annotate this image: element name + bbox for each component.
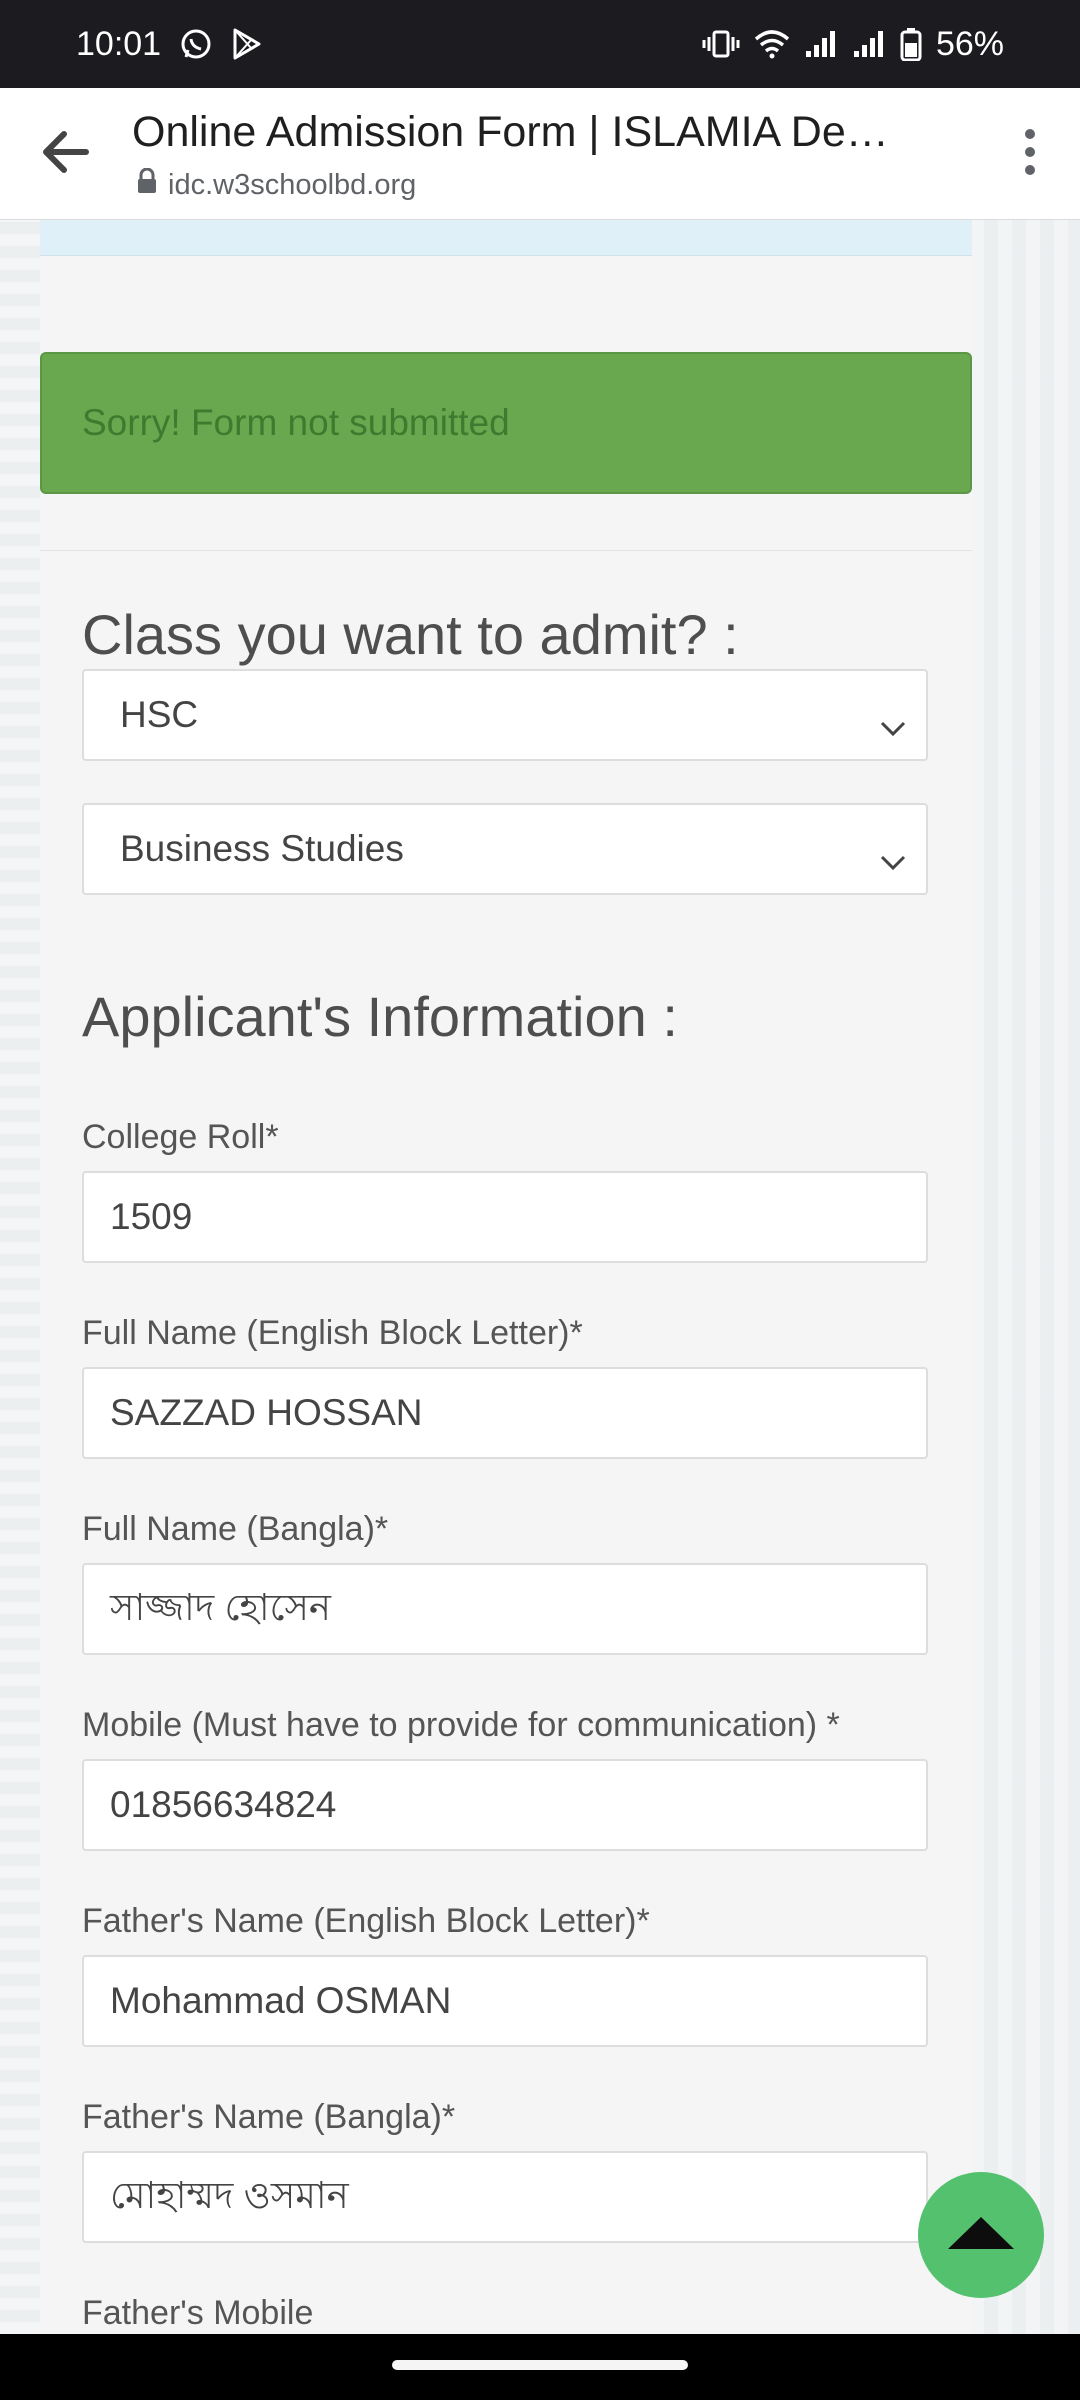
lock-icon	[136, 167, 158, 202]
father-name-english-value: Mohammad OSMAN	[110, 1980, 452, 2021]
father-name-english-label: Father's Name (English Block Letter)*	[82, 1902, 650, 1940]
whatsapp-icon	[179, 27, 213, 61]
full-name-english-value: SAZZAD HOSSAN	[110, 1392, 423, 1433]
signal-icon	[852, 29, 886, 59]
vibrate-icon	[702, 29, 740, 59]
father-name-bangla-input[interactable]: মোহাম্মদ ওসমান	[82, 2151, 928, 2243]
mobile-input[interactable]: 01856634824	[82, 1759, 928, 1851]
scroll-to-top-button[interactable]	[918, 2172, 1044, 2298]
battery-percent: 56%	[935, 24, 1004, 63]
play-store-icon	[231, 27, 263, 61]
status-bar: 10:01 56%	[0, 0, 1080, 88]
more-menu-button[interactable]	[1000, 124, 1060, 184]
full-name-english-input[interactable]: SAZZAD HOSSAN	[82, 1367, 928, 1459]
form-container: Sorry! Form not submitted Class you want…	[40, 220, 972, 2334]
mobile-value: 01856634824	[110, 1784, 337, 1825]
more-vert-icon	[1023, 127, 1037, 182]
signal-icon	[804, 29, 838, 59]
group-select-value: Business Studies	[120, 828, 404, 869]
navigation-bar	[0, 2334, 1080, 2400]
chevron-down-icon	[880, 839, 906, 881]
chevron-down-icon	[880, 705, 906, 747]
father-mobile-label: Father's Mobile	[82, 2294, 314, 2332]
full-name-bangla-value: সাজ্জাদ হোসেন	[110, 1586, 332, 1628]
url-bar[interactable]: idc.w3schoolbd.org	[136, 167, 417, 202]
battery-icon	[900, 27, 922, 61]
full-name-bangla-input[interactable]: সাজ্জাদ হোসেন	[82, 1563, 928, 1655]
browser-toolbar: Online Admission Form | ISLAMIA De… idc.…	[0, 88, 1080, 220]
page-background	[970, 220, 1080, 2334]
home-gesture-handle[interactable]	[392, 2360, 688, 2370]
divider	[40, 550, 972, 551]
full-name-english-label: Full Name (English Block Letter)*	[82, 1314, 583, 1352]
applicant-section-heading: Applicant's Information :	[82, 985, 678, 1048]
page-background	[0, 220, 40, 2334]
college-roll-input[interactable]: 1509	[82, 1171, 928, 1263]
status-time: 10:01	[76, 24, 162, 63]
college-roll-value: 1509	[110, 1196, 193, 1237]
father-name-bangla-value: মোহাম্মদ ওসমান	[110, 2174, 349, 2216]
arrow-up-icon	[946, 2215, 1016, 2256]
father-name-bangla-label: Father's Name (Bangla)*	[82, 2098, 456, 2136]
mobile-label: Mobile (Must have to provide for communi…	[82, 1706, 840, 1744]
alert-message: Sorry! Form not submitted	[82, 402, 510, 443]
url-text: idc.w3schoolbd.org	[168, 168, 417, 201]
web-content: Sorry! Form not submitted Class you want…	[0, 220, 1080, 2334]
class-select[interactable]: HSC	[82, 669, 928, 761]
error-alert: Sorry! Form not submitted	[40, 352, 972, 494]
father-name-english-input[interactable]: Mohammad OSMAN	[82, 1955, 928, 2047]
full-name-bangla-label: Full Name (Bangla)*	[82, 1510, 389, 1548]
page-title: Online Admission Form | ISLAMIA De…	[132, 108, 889, 156]
class-section-heading: Class you want to admit? :	[82, 603, 739, 666]
back-button[interactable]	[36, 124, 96, 184]
college-roll-label: College Roll*	[82, 1118, 279, 1156]
class-select-value: HSC	[120, 694, 199, 735]
info-banner	[40, 220, 972, 256]
wifi-icon	[754, 29, 790, 59]
group-select[interactable]: Business Studies	[82, 803, 928, 895]
arrow-left-icon	[42, 130, 90, 179]
